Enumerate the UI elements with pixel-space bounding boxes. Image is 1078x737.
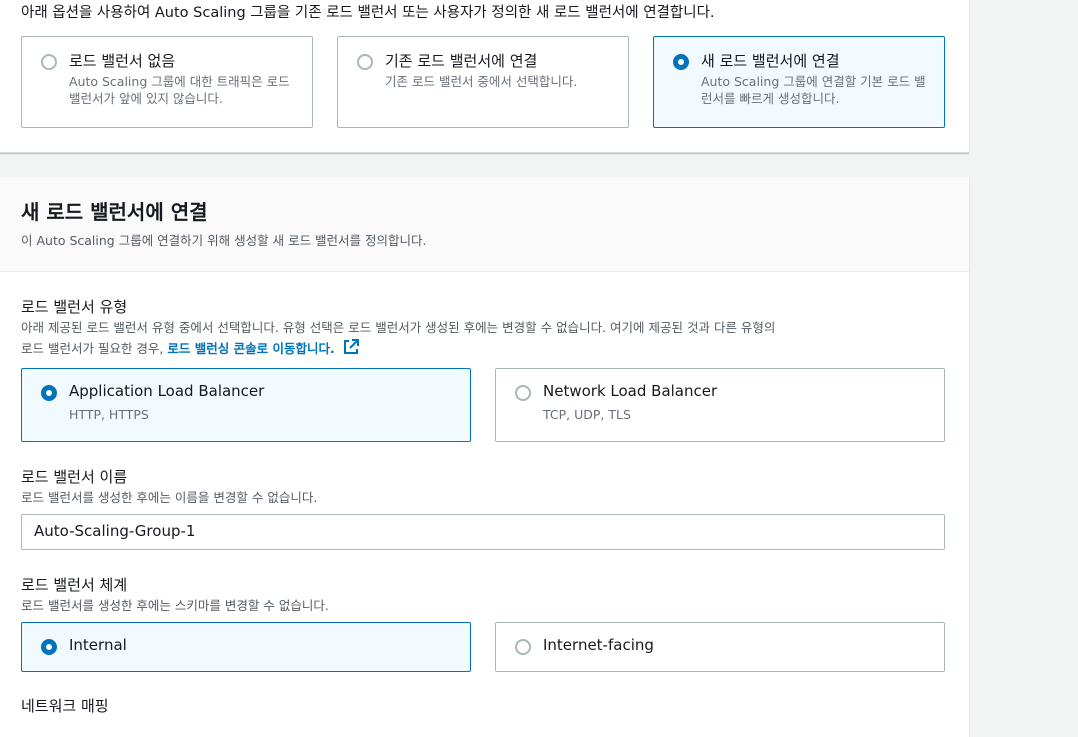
option-description: HTTP, HTTPS [69, 407, 149, 422]
option-application-load-balancer[interactable]: Application Load Balancer HTTP, HTTPS [21, 368, 471, 442]
lb-name-description: 로드 밸런서를 생성한 후에는 이름을 변경할 수 없습니다. [21, 490, 318, 505]
option-description: 기존 로드 밸런서 중에서 선택합니다. [385, 74, 578, 89]
lb-type-description-text: 로드 밸런서가 필요한 경우, [21, 341, 164, 356]
option-description: TCP, UDP, TLS [543, 407, 631, 422]
option-existing-load-balancer[interactable]: 기존 로드 밸런서에 연결 기존 로드 밸런서 중에서 선택합니다. [337, 36, 629, 128]
external-link-icon[interactable] [342, 338, 360, 356]
radio-internet-facing[interactable] [515, 639, 531, 655]
new-load-balancer-panel: 새 로드 밸런서에 연결 이 Auto Scaling 그룹에 연결하기 위해 … [0, 177, 969, 737]
option-label: Internal [69, 636, 127, 654]
radio-internal[interactable] [41, 639, 57, 655]
option-internal[interactable]: Internal [21, 622, 471, 672]
option-label: 기존 로드 밸런서에 연결 [385, 52, 538, 70]
option-new-load-balancer[interactable]: 새 로드 밸런서에 연결 Auto Scaling 그룹에 연결할 기본 로드 … [653, 36, 945, 128]
lb-type-description: 아래 제공된 로드 밸런서 유형 중에서 선택합니다. 유형 선택은 로드 밸런… [21, 320, 776, 335]
lb-type-description-2: 로드 밸런서가 필요한 경우, 로드 밸런싱 콘솔로 이동합니다. [21, 338, 360, 359]
panel-subtitle: 이 Auto Scaling 그룹에 연결하기 위해 생성할 새 로드 밸런서를… [21, 233, 427, 248]
network-mapping-label: 네트워크 매핑 [21, 697, 109, 715]
option-description: Auto Scaling 그룹에 대한 트래픽은 로드 밸런서가 앞에 있지 않… [69, 74, 290, 106]
option-label: Network Load Balancer [543, 382, 718, 400]
lb-scheme-description: 로드 밸런서를 생성한 후에는 스키마를 변경할 수 없습니다. [21, 598, 329, 613]
radio-application-load-balancer[interactable] [41, 385, 57, 401]
option-label: Application Load Balancer [69, 382, 265, 400]
lb-console-link[interactable]: 로드 밸런싱 콘솔로 이동합니다. [167, 341, 334, 356]
panel-title: 새 로드 밸런서에 연결 [21, 200, 208, 224]
lb-scheme-label: 로드 밸런서 체계 [21, 576, 128, 594]
option-label: 로드 밸런서 없음 [69, 52, 176, 70]
radio-new-load-balancer[interactable] [673, 54, 689, 70]
lb-name-label: 로드 밸런서 이름 [21, 468, 128, 486]
option-label: 새 로드 밸런서에 연결 [701, 52, 840, 70]
option-no-load-balancer[interactable]: 로드 밸런서 없음 Auto Scaling 그룹에 대한 트래픽은 로드 밸런… [21, 36, 313, 128]
panel-header: 새 로드 밸런서에 연결 이 Auto Scaling 그룹에 연결하기 위해 … [0, 177, 969, 272]
option-internet-facing[interactable]: Internet-facing [495, 622, 945, 672]
option-description: Auto Scaling 그룹에 연결할 기본 로드 밸런서를 빠르게 생성합니… [701, 74, 926, 106]
lb-type-label: 로드 밸런서 유형 [21, 298, 128, 316]
radio-network-load-balancer[interactable] [515, 385, 531, 401]
load-balancing-panel: 아래 옵션을 사용하여 Auto Scaling 그룹을 기존 로드 밸런서 또… [0, 0, 969, 153]
option-label: Internet-facing [543, 636, 654, 654]
lb-name-input[interactable]: Auto-Scaling-Group-1 [21, 514, 945, 550]
load-balancing-intro: 아래 옵션을 사용하여 Auto Scaling 그룹을 기존 로드 밸런서 또… [21, 5, 715, 21]
radio-existing-load-balancer[interactable] [357, 54, 373, 70]
radio-no-load-balancer[interactable] [41, 54, 57, 70]
option-network-load-balancer[interactable]: Network Load Balancer TCP, UDP, TLS [495, 368, 945, 442]
